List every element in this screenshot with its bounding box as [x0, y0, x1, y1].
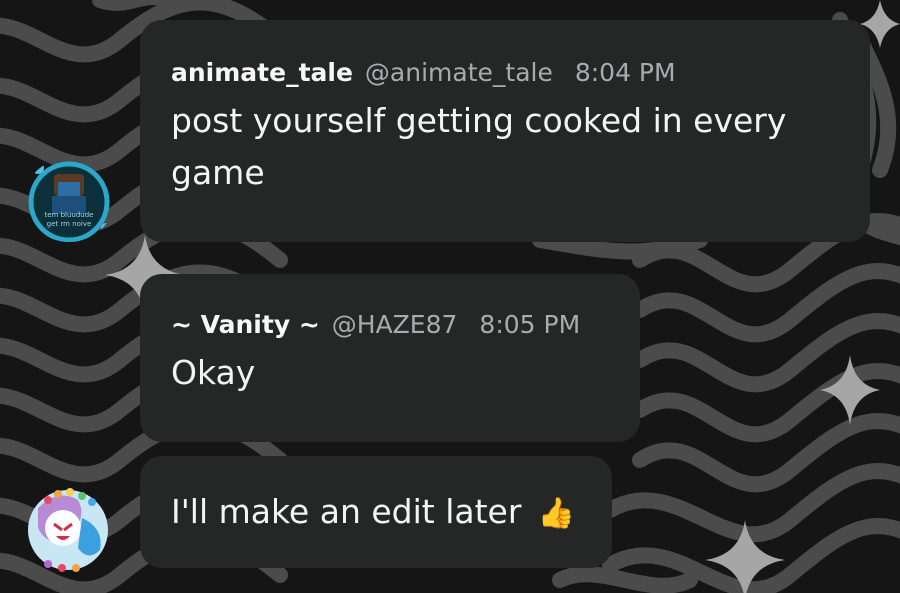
avatar-animate-tale[interactable]: tem bluudude get rm noive: [24, 158, 114, 242]
message-text-line: game: [171, 153, 265, 192]
message-text-content: I'll make an edit later: [171, 492, 522, 531]
message-bubble-1[interactable]: animate_tale @animate_tale 8:04 PM post …: [140, 20, 870, 242]
display-name[interactable]: ~ Vanity ~: [171, 310, 320, 339]
chat-screen: tem bluudude get rm noive animate_tale @…: [0, 0, 900, 593]
message-header: animate_tale @animate_tale 8:04 PM: [171, 58, 840, 87]
message-bubble-2[interactable]: ~ Vanity ~ @HAZE87 8:05 PM Okay: [140, 274, 640, 442]
username-handle[interactable]: @HAZE87: [332, 310, 458, 339]
username-handle[interactable]: @animate_tale: [365, 58, 553, 87]
message-bubble-3[interactable]: I'll make an edit later 👍: [140, 456, 612, 568]
thumbs-up-icon: 👍: [537, 496, 576, 531]
avatar-caption-1: tem bluudude: [45, 211, 94, 219]
message-text: I'll make an edit later 👍: [171, 486, 582, 540]
timestamp: 8:04 PM: [574, 58, 676, 87]
message-header: ~ Vanity ~ @HAZE87 8:05 PM: [171, 310, 610, 339]
message-text: post yourself getting cooked in every ga…: [171, 95, 840, 199]
avatar-caption-2: get rm noive: [47, 220, 92, 228]
avatar-vanity[interactable]: [18, 478, 118, 578]
timestamp: 8:05 PM: [479, 310, 581, 339]
message-text-line: post yourself getting cooked in every: [171, 101, 787, 140]
message-text: Okay: [171, 353, 256, 392]
display-name[interactable]: animate_tale: [171, 58, 353, 87]
